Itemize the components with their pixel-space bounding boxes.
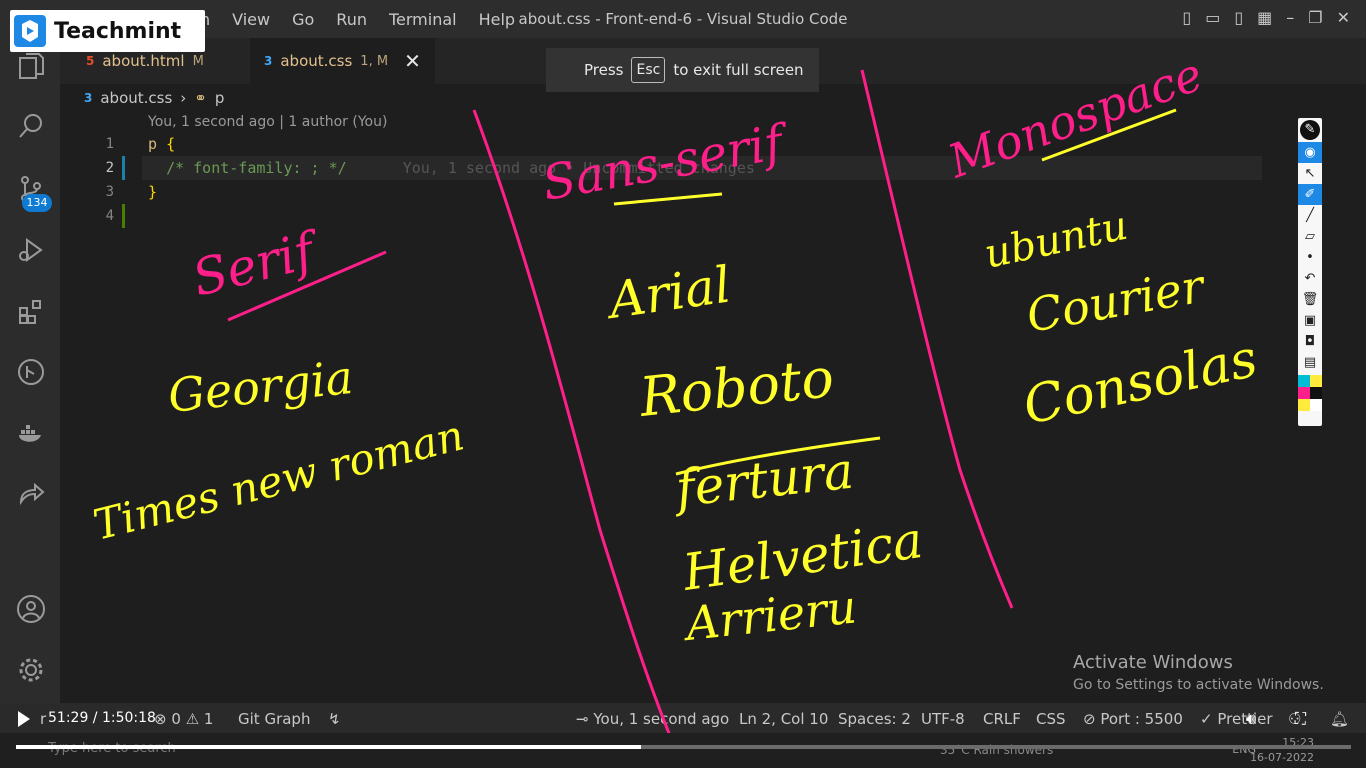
mono-font-consolas: Consolas [1018, 329, 1262, 437]
teachmint-logo-icon [14, 15, 46, 47]
divider-left [472, 109, 682, 761]
taskbar-time: 15:23 [1282, 736, 1314, 749]
sans-font-fertura: fertura [669, 442, 856, 519]
taskbar-date: 16-07-2022 [1250, 751, 1314, 764]
mono-heading: Monospace [940, 47, 1209, 189]
play-button-icon[interactable] [18, 711, 30, 727]
activate-windows-watermark: Activate Windows Go to Settings to activ… [1073, 652, 1324, 693]
windows-taskbar: Type here to search 35°C Rain showers EN… [0, 733, 1366, 768]
teachmint-logo: Teachmint [10, 10, 205, 52]
taskbar-search[interactable]: Type here to search [48, 741, 176, 756]
serif-font-georgia: Georgia [166, 350, 356, 423]
sans-font-arial: Arial [602, 255, 735, 330]
taskbar-weather[interactable]: 35°C Rain showers [940, 743, 1053, 757]
serif-font-times: Times new roman [89, 410, 469, 549]
mono-font-courier: Courier [1023, 258, 1211, 343]
brand-name: Teachmint [54, 18, 182, 44]
sans-font-roboto: Roboto [636, 346, 837, 429]
taskbar-clock[interactable]: 15:23 16-07-2022 [1250, 735, 1314, 765]
activate-title: Activate Windows [1073, 652, 1233, 673]
mono-font-ubuntu: ubuntu [981, 203, 1132, 278]
activate-subtitle: Go to Settings to activate Windows. [1073, 677, 1324, 693]
sans-heading: Sans-serif [538, 113, 794, 211]
serif-heading: Serif [187, 220, 327, 308]
